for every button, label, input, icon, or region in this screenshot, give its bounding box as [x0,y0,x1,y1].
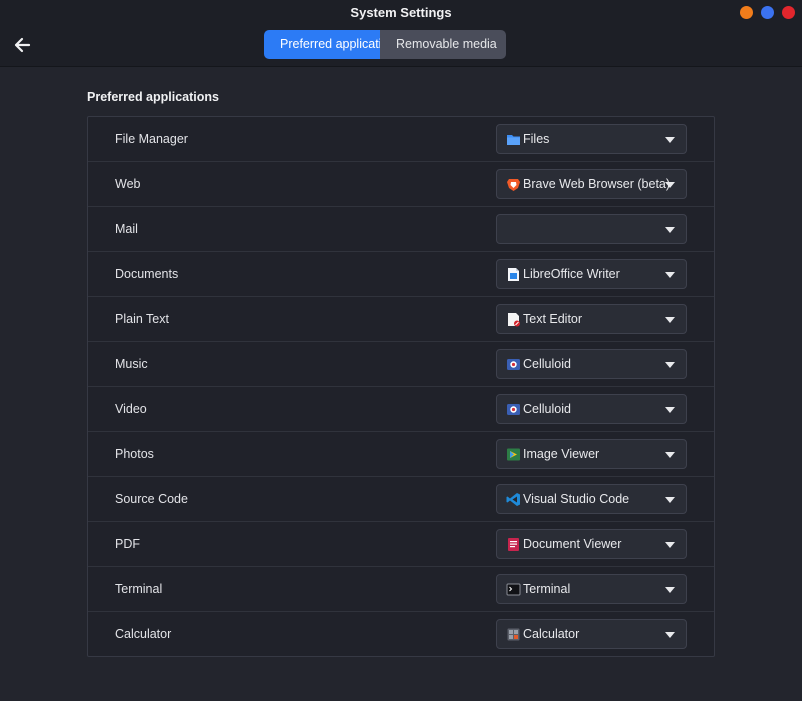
chevron-down-icon [665,587,675,593]
view-switcher: Preferred applications Removable media [264,30,506,59]
minimize-button[interactable] [740,6,753,19]
photos-dropdown[interactable]: Image Viewer [496,439,687,469]
row-pdf: PDF Document Viewer [88,522,714,567]
row-terminal: Terminal Terminal [88,567,714,612]
selected-app: Visual Studio Code [523,492,630,506]
plain-text-dropdown[interactable]: Text Editor [496,304,687,334]
video-dropdown[interactable]: Celluloid [496,394,687,424]
document-viewer-icon [508,538,519,551]
chevron-down-icon [665,497,675,503]
brave-icon [507,179,520,191]
row-label: Photos [115,447,154,461]
web-dropdown[interactable]: Brave Web Browser (beta) [496,169,687,199]
header-bar: System Settings Preferred applications R… [0,0,802,67]
row-source-code: Source Code Visual Studio Code [88,477,714,522]
selected-app: Celluloid [523,357,571,371]
row-label: PDF [115,537,140,551]
window-title: System Settings [350,5,452,20]
row-label: Music [115,357,148,371]
vscode-icon [506,493,520,506]
chevron-down-icon [665,407,675,413]
chevron-down-icon [665,272,675,278]
row-label: Terminal [115,582,163,596]
tab-removable-media[interactable]: Removable media [380,30,506,59]
chevron-down-icon [665,542,675,548]
source-code-dropdown[interactable]: Visual Studio Code [496,484,687,514]
row-label: Plain Text [115,312,169,326]
selected-app: Files [523,132,550,146]
selected-app: Celluloid [523,402,571,416]
back-arrow-icon[interactable] [13,36,31,54]
music-dropdown[interactable]: Celluloid [496,349,687,379]
text-editor-icon [508,313,520,327]
chevron-down-icon [665,137,675,143]
libreoffice-writer-icon [508,268,519,281]
celluloid-icon [507,359,520,370]
chevron-down-icon [665,317,675,323]
tab-preferred-applications[interactable]: Preferred applications [264,30,402,59]
selected-app: Calculator [523,627,580,641]
row-music: Music Celluloid [88,342,714,387]
image-viewer-icon [507,448,520,461]
row-label: Video [115,402,147,416]
preferred-apps-list: File Manager Files Web Brave Web Browser… [87,116,715,657]
settings-window: System Settings Preferred applications R… [0,0,802,701]
row-label: Web [115,177,141,191]
calculator-icon [507,628,520,641]
selected-app: LibreOffice Writer [523,267,620,281]
documents-dropdown[interactable]: LibreOffice Writer [496,259,687,289]
maximize-button[interactable] [761,6,774,19]
folder-icon [507,135,520,145]
selected-app: Terminal [523,582,571,596]
chevron-down-icon [665,452,675,458]
selected-app: Image Viewer [523,447,600,461]
chevron-down-icon [665,362,675,368]
row-plain-text: Plain Text Text Editor [88,297,714,342]
chevron-down-icon [665,182,675,188]
selected-app: Text Editor [523,312,583,326]
row-label: Mail [115,222,138,236]
row-label: Source Code [115,492,188,506]
close-button[interactable] [782,6,795,19]
terminal-icon [506,583,521,596]
chevron-down-icon [665,632,675,638]
row-label: Documents [115,267,179,281]
row-photos: Photos Image Viewer [88,432,714,477]
row-label: File Manager [115,132,188,146]
chevron-down-icon [665,227,675,233]
row-label: Calculator [115,627,172,641]
pdf-dropdown[interactable]: Document Viewer [496,529,687,559]
row-video: Video Celluloid [88,387,714,432]
calculator-dropdown[interactable]: Calculator [496,619,687,649]
row-web: Web Brave Web Browser (beta) [88,162,714,207]
terminal-dropdown[interactable]: Terminal [496,574,687,604]
row-calculator: Calculator Calculator [88,612,714,657]
file-manager-dropdown[interactable]: Files [496,124,687,154]
row-file-manager: File Manager Files [88,117,714,162]
section-title: Preferred applications [87,90,219,104]
mail-dropdown[interactable] [496,214,687,244]
celluloid-icon [507,404,520,415]
selected-app: Document Viewer [523,537,622,551]
row-documents: Documents LibreOffice Writer [88,252,714,297]
row-mail: Mail [88,207,714,252]
selected-app: Brave Web Browser (beta) [523,177,671,191]
